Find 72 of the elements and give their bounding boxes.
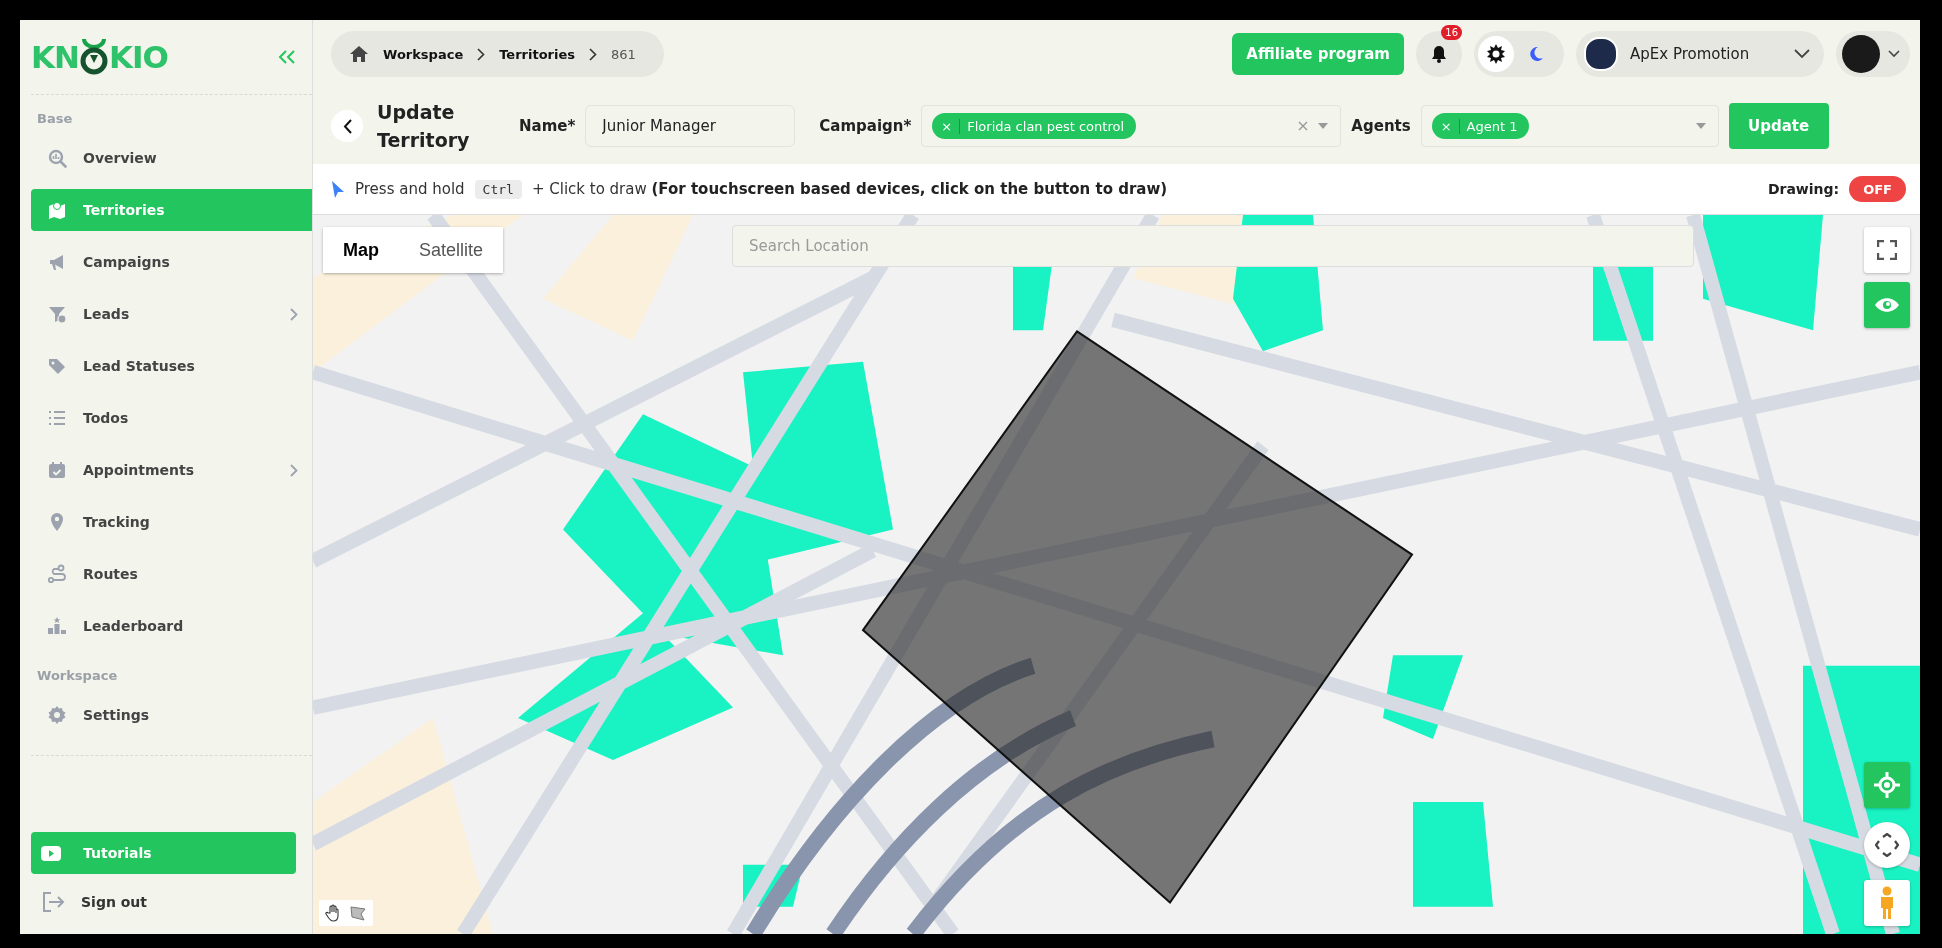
sidebar-item[interactable]: Leaderboard (31, 605, 312, 647)
map-pin-icon (47, 200, 67, 220)
breadcrumb-item[interactable]: 861 (611, 46, 636, 62)
avatar (1842, 35, 1880, 73)
map-type-tab[interactable]: Map (323, 227, 399, 273)
fullscreen-icon (1877, 240, 1897, 260)
calendar-check-icon (47, 460, 67, 480)
page-title: Update Territory (377, 99, 471, 153)
sidebar-item[interactable]: Overview (31, 137, 312, 179)
tag-icon (47, 356, 67, 376)
breadcrumb-item[interactable]: Workspace (383, 46, 464, 62)
field-label: Agents (1351, 117, 1411, 135)
sidebar-item[interactable]: Appointments (31, 449, 312, 491)
magnifier-chart-icon (47, 148, 67, 168)
move-arrows-icon (1875, 833, 1899, 857)
list-icon (47, 408, 67, 428)
sidebar-item[interactable]: Leads (31, 293, 312, 335)
sun-icon (1486, 44, 1506, 64)
location-search-field[interactable]: Search Location (732, 225, 1694, 267)
sidebar-item[interactable]: Todos (31, 397, 312, 439)
map-drawing[interactable] (313, 215, 1920, 934)
settings-icon (47, 705, 67, 725)
chevron-left-icon (342, 118, 352, 134)
territory-polygon[interactable] (861, 329, 1414, 905)
back-button[interactable] (331, 110, 363, 142)
organization-logo (1584, 37, 1618, 71)
notification-count: 16 (1441, 25, 1462, 40)
chevron-right-icon (477, 47, 486, 61)
sign-out-link[interactable]: Sign out (31, 880, 312, 924)
section-title: Base (36, 110, 74, 128)
map-type-tab[interactable]: Satellite (399, 227, 504, 273)
route-icon (47, 564, 67, 584)
chevron-down-icon (1794, 49, 1810, 59)
sidebar-item[interactable]: Settings (31, 694, 312, 736)
name-input[interactable]: Junior Manager (585, 105, 796, 147)
hint-text: Press and hold (355, 180, 465, 198)
field-label: Campaign* (819, 117, 912, 135)
person-icon (1879, 886, 1895, 920)
logo: KN KIO (31, 37, 168, 77)
eye-icon (1874, 297, 1900, 313)
drawing-toggle[interactable]: OFF (1849, 176, 1906, 202)
drawing-label: Drawing: (1767, 181, 1840, 197)
sign-out-icon (41, 891, 65, 913)
section-title: Workspace (36, 667, 119, 685)
clear-icon[interactable] (1298, 121, 1309, 131)
dropdown-caret-icon (1318, 123, 1329, 129)
chevron-down-icon (1888, 50, 1900, 58)
fullscreen-button[interactable] (1864, 227, 1910, 273)
crosshair-icon (1874, 772, 1900, 798)
hint-text: + Click to draw (For touchscreen based devices, click on the button to draw) (531, 180, 1168, 198)
sidebar-item[interactable]: Routes (31, 553, 312, 595)
sidebar-item[interactable]: Campaigns (31, 241, 312, 283)
sidebar-item[interactable]: Lead Statuses (31, 345, 312, 387)
organization-selector[interactable]: ApEx Promotion (1576, 31, 1824, 77)
breadcrumb-item[interactable]: Territories (499, 46, 575, 62)
cursor-icon (331, 179, 345, 199)
agent-tag: × Agent 1 (1431, 113, 1530, 139)
user-menu[interactable] (1836, 31, 1910, 77)
podium-icon (47, 616, 67, 636)
polygon-icon[interactable] (349, 904, 367, 922)
dropdown-caret-icon (1695, 123, 1706, 129)
home-icon[interactable] (349, 45, 369, 63)
funnel-icon (47, 304, 67, 324)
theme-switch[interactable] (1474, 31, 1564, 77)
campaign-tag: × Florida clan pest control (932, 113, 1137, 139)
play-icon (41, 845, 61, 861)
chevron-right-icon (589, 47, 597, 61)
field-label: Name* (519, 117, 576, 135)
moon-icon (1528, 46, 1544, 62)
key-label: Ctrl (474, 179, 522, 199)
bell-icon (1431, 45, 1447, 63)
sidebar-item[interactable]: Tracking (31, 501, 312, 543)
